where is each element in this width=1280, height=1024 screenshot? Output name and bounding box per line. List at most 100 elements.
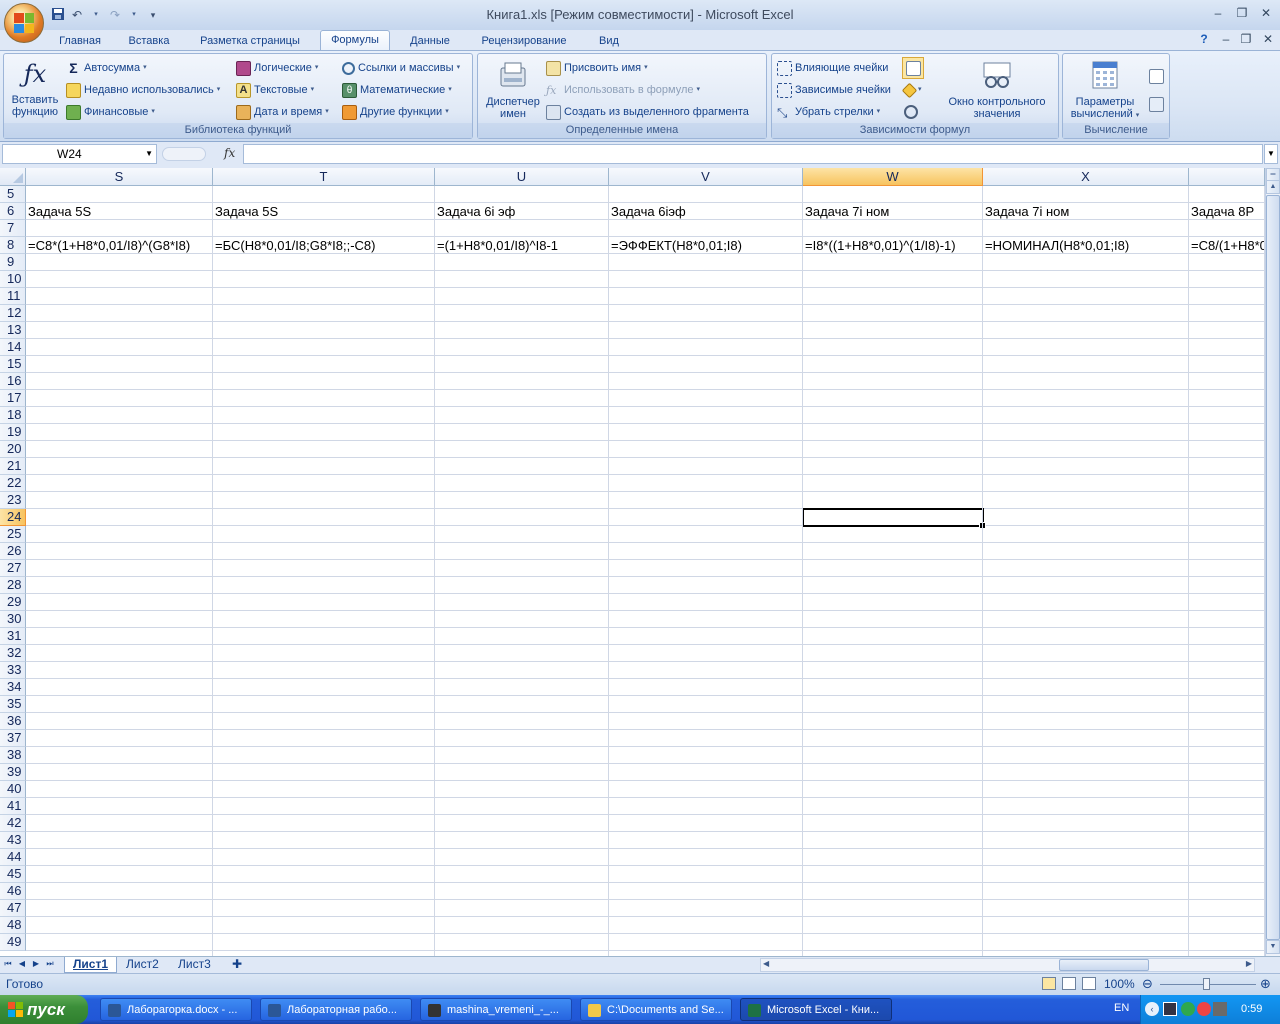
row-header[interactable]: 39 [0, 764, 26, 781]
row-header[interactable]: 13 [0, 322, 26, 339]
trace-dependents-button[interactable]: Зависимые ячейки [777, 81, 891, 99]
calculation-options-button[interactable]: Параметры вычислений ▾ [1065, 60, 1145, 122]
horizontal-scroll-thumb[interactable] [1059, 959, 1149, 971]
row-header[interactable]: 46 [0, 883, 26, 900]
row-header[interactable]: 29 [0, 594, 26, 611]
tab-formulas[interactable]: Формулы [320, 30, 390, 51]
cell[interactable]: =I8*((1+H8*0,01)^(1/I8)-1) [803, 238, 956, 253]
cell[interactable]: =C8*(1+H8*0,01/I8)^(G8*I8) [26, 238, 190, 253]
row-header[interactable]: 8 [0, 237, 26, 254]
insert-function-fx-icon[interactable]: fx [224, 146, 235, 160]
tray-app-icon-2[interactable] [1181, 1002, 1195, 1016]
row-header[interactable]: 14 [0, 339, 26, 356]
first-sheet-icon[interactable]: ⏮ [2, 959, 14, 969]
math-button[interactable]: θ Математические ▾ [342, 81, 452, 99]
tab-page-layout[interactable]: Разметка страницы [188, 32, 312, 50]
name-manager-button[interactable]: Диспетчер имен [481, 60, 545, 120]
row-header[interactable]: 30 [0, 611, 26, 628]
sheet-tab-1[interactable]: Лист1 [64, 957, 118, 973]
cell[interactable]: Задача 7i ном [803, 204, 889, 219]
scroll-right-icon[interactable]: ▶ [1246, 959, 1252, 968]
row-header[interactable]: 33 [0, 662, 26, 679]
tab-view[interactable]: Вид [588, 32, 630, 50]
worksheet-grid[interactable]: STUVWX 5 6 7 8 9 10 11 12 13 14 15 16 17 18 19 20 21 22 23… [0, 168, 1265, 956]
tab-insert[interactable]: Вставка [118, 32, 180, 50]
cell[interactable]: =НОМИНАЛ(H8*0,01;I8) [983, 238, 1129, 253]
row-header[interactable]: 31 [0, 628, 26, 645]
sheet-tab-3[interactable]: Лист3 [170, 957, 219, 973]
prev-sheet-icon[interactable]: ◀ [16, 959, 28, 968]
row-header[interactable]: 9 [0, 254, 26, 271]
formula-bar-expand-icon[interactable]: ▼ [1264, 144, 1278, 164]
normal-view-icon[interactable] [1042, 977, 1056, 990]
row-header[interactable]: 45 [0, 866, 26, 883]
column-header[interactable]: S [26, 168, 213, 186]
column-header[interactable]: X [983, 168, 1189, 186]
name-box-dropdown-icon[interactable]: ▼ [145, 145, 153, 163]
row-header[interactable]: 42 [0, 815, 26, 832]
logical-button[interactable]: Логические ▾ [236, 59, 318, 77]
row-header[interactable]: 34 [0, 679, 26, 696]
row-header[interactable]: 49 [0, 934, 26, 951]
insert-sheet-icon[interactable]: ✚ [224, 957, 252, 973]
tray-app-icon-1[interactable] [1163, 1002, 1177, 1016]
row-header[interactable]: 44 [0, 849, 26, 866]
row-header[interactable]: 25 [0, 526, 26, 543]
row-header[interactable]: 12 [0, 305, 26, 322]
use-in-formula-button[interactable]: ƒx Использовать в формуле ▾ [546, 81, 700, 99]
define-name-button[interactable]: Присвоить имя ▾ [546, 59, 648, 77]
column-header[interactable]: W [803, 168, 983, 186]
more-functions-button[interactable]: Другие функции ▾ [342, 103, 449, 121]
row-header[interactable]: 36 [0, 713, 26, 730]
taskbar-excel[interactable]: Microsoft Excel - Кни... [740, 998, 892, 1021]
row-header[interactable]: 41 [0, 798, 26, 815]
scroll-left-icon[interactable]: ◀ [763, 959, 769, 968]
row-header[interactable]: 43 [0, 832, 26, 849]
column-header[interactable]: T [213, 168, 435, 186]
doc-close-button[interactable]: ✕ [1258, 31, 1278, 47]
zoom-out-icon[interactable]: ⊖ [1142, 976, 1153, 992]
row-header[interactable]: 21 [0, 458, 26, 475]
row-header[interactable]: 7 [0, 220, 26, 237]
selected-cell[interactable] [802, 508, 986, 529]
tray-expand-icon[interactable]: ‹ [1145, 1002, 1159, 1016]
tab-home[interactable]: Главная [50, 32, 110, 50]
create-from-selection-button[interactable]: Создать из выделенного фрагмента [546, 103, 749, 121]
cell[interactable]: Задача 6iэф [609, 204, 686, 219]
row-header[interactable]: 35 [0, 696, 26, 713]
show-formulas-button[interactable] [902, 57, 924, 79]
minimize-button[interactable]: ‒ [1208, 5, 1228, 21]
lookup-button[interactable]: Ссылки и массивы ▾ [342, 59, 460, 77]
row-header[interactable]: 15 [0, 356, 26, 373]
cell[interactable]: =БС(H8*0,01/I8;G8*I8;;-C8) [213, 238, 375, 253]
help-icon[interactable]: ? [1194, 31, 1214, 47]
row-header[interactable]: 18 [0, 407, 26, 424]
doc-restore-button[interactable]: ❐ [1236, 31, 1256, 47]
row-header[interactable]: 16 [0, 373, 26, 390]
row-header[interactable]: 47 [0, 900, 26, 917]
row-header[interactable]: 17 [0, 390, 26, 407]
datetime-button[interactable]: Дата и время ▾ [236, 103, 329, 121]
taskbar-explorer[interactable]: C:\Documents and Se... [580, 998, 732, 1021]
row-header[interactable]: 26 [0, 543, 26, 560]
text-button[interactable]: A Текстовые ▾ [236, 81, 314, 99]
row-header[interactable]: 32 [0, 645, 26, 662]
evaluate-formula-button[interactable] [904, 103, 918, 121]
insert-function-button[interactable]: ƒx Вставить функцию [7, 58, 63, 118]
row-header[interactable]: 5 [0, 186, 26, 203]
formula-input[interactable] [243, 144, 1263, 164]
remove-arrows-button[interactable]: ⤡ Убрать стрелки ▾ [777, 103, 880, 121]
scroll-down-icon[interactable]: ▼ [1266, 940, 1280, 954]
row-header[interactable]: 48 [0, 917, 26, 934]
row-header[interactable]: 11 [0, 288, 26, 305]
tab-data[interactable]: Данные [400, 32, 460, 50]
cell[interactable]: Задача 5S [26, 204, 91, 219]
doc-minimize-button[interactable]: ‒ [1216, 31, 1236, 47]
row-header[interactable]: 23 [0, 492, 26, 509]
calculate-now-button[interactable] [1149, 67, 1164, 85]
scroll-up-icon[interactable]: ▲ [1266, 180, 1280, 194]
watch-window-button[interactable]: Окно контрольного значения [940, 60, 1054, 120]
formula-bar-resize-handle[interactable] [162, 147, 206, 161]
row-header[interactable]: 10 [0, 271, 26, 288]
close-button[interactable]: ✕ [1256, 5, 1276, 21]
